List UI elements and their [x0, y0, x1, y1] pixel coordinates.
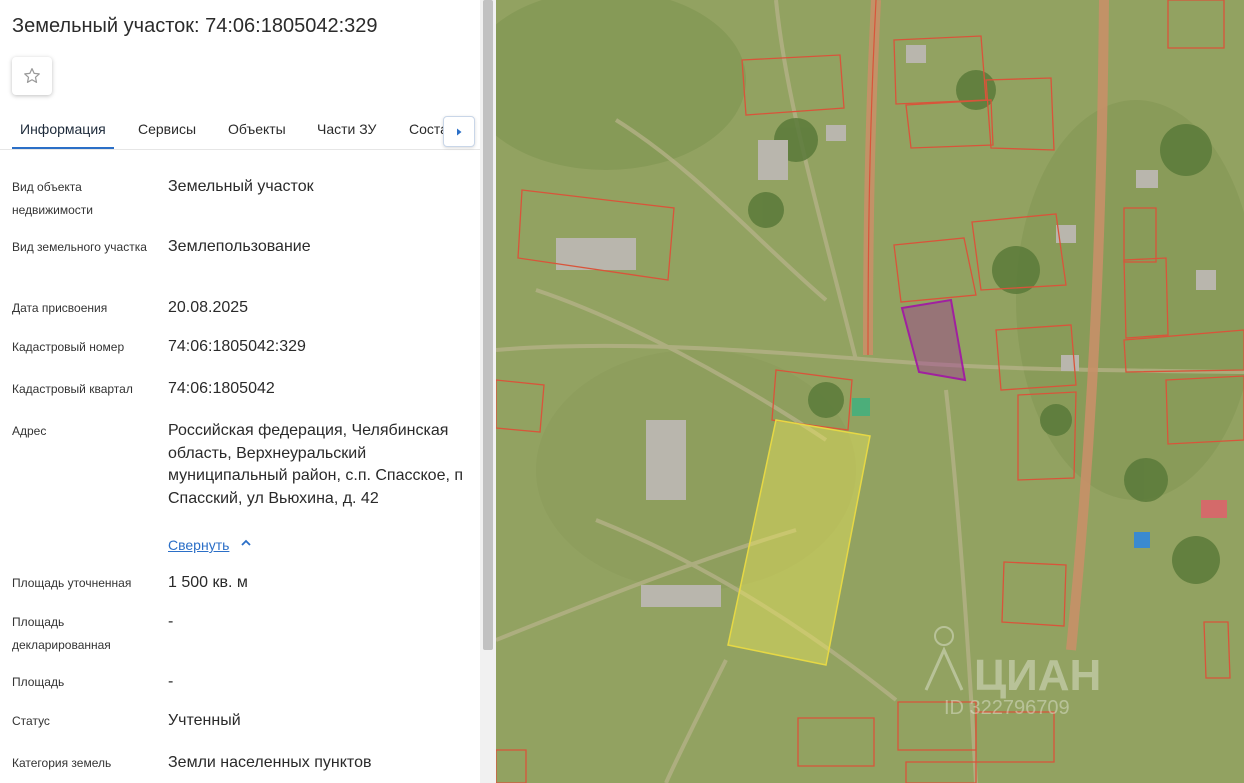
- collapse-address-link[interactable]: Свернуть: [168, 537, 229, 553]
- scrollbar-thumb[interactable]: [483, 0, 493, 650]
- tab-information[interactable]: Информация: [20, 121, 106, 137]
- active-tab-indicator: [12, 147, 114, 149]
- chevron-up-icon[interactable]: [240, 537, 252, 552]
- map-canvas[interactable]: ЦИАН ID 322796709: [496, 0, 1244, 783]
- info-panel: Земельный участок: 74:06:1805042:329 Инф…: [0, 0, 480, 783]
- page-title: Земельный участок: 74:06:1805042:329: [12, 15, 378, 37]
- tab-services[interactable]: Сервисы: [138, 121, 196, 137]
- field-label: Статус: [12, 714, 50, 728]
- field-label: Вид земельного участка: [12, 240, 147, 254]
- field-value: 20.08.2025: [168, 299, 249, 316]
- field-label: Кадастровый квартал: [12, 382, 133, 396]
- field-label: Площадь декларированная: [12, 615, 111, 652]
- tab-parcel-parts[interactable]: Части ЗУ: [317, 121, 376, 137]
- field-value: Земельный участок: [168, 178, 314, 195]
- field-value: Учтенный: [168, 712, 241, 729]
- field-value: -: [168, 613, 174, 630]
- field-value: 1 500 кв. м: [168, 574, 248, 591]
- caret-right-icon: [457, 128, 462, 135]
- field-value: 74:06:1805042: [168, 380, 275, 397]
- satellite-map[interactable]: ЦИАН ID 322796709: [496, 0, 1244, 783]
- field-value: Землепользование: [168, 238, 311, 255]
- field-label: Вид объекта недвижимости: [12, 180, 93, 217]
- field-label: Адрес: [12, 424, 47, 438]
- field-address: Адрес Российская федерация, Челябинская …: [12, 420, 472, 560]
- field-label: Площадь уточненная: [12, 576, 132, 590]
- field-value: -: [168, 673, 174, 690]
- favorite-button[interactable]: [12, 57, 52, 95]
- field-label: Кадастровый номер: [12, 340, 125, 354]
- panel-scrollbar[interactable]: [480, 0, 496, 783]
- watermark-brand: ЦИАН: [974, 651, 1101, 700]
- field-value: Земли населенных пунктов: [168, 754, 372, 771]
- field-label: Дата присвоения: [12, 301, 108, 315]
- tabs-scroll-right-button[interactable]: [443, 116, 475, 147]
- field-label: Категория земель: [12, 756, 112, 770]
- field-label: Площадь: [12, 675, 65, 689]
- star-icon: [24, 68, 40, 83]
- tab-bar: Информация Сервисы Объекты Части ЗУ Сост…: [0, 112, 480, 150]
- address-value: Российская федерация, Челябинская област…: [168, 422, 464, 507]
- tab-objects[interactable]: Объекты: [228, 121, 286, 137]
- watermark-id: ID 322796709: [944, 697, 1070, 719]
- field-value: 74:06:1805042:329: [168, 338, 306, 355]
